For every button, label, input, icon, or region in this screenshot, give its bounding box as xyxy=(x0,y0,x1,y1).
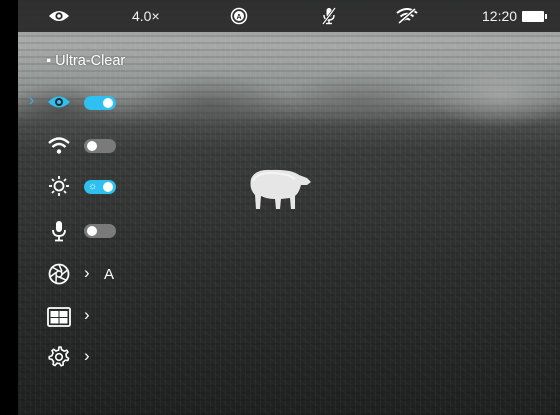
aperture-icon xyxy=(46,261,72,287)
thermal-viewfinder: 4.0× A 12:20 ▪ Ultra-Clear › ☼ › A › › xyxy=(0,0,560,415)
display-mode-toggle[interactable] xyxy=(84,96,116,110)
settings-icon xyxy=(46,344,72,370)
battery-full-icon xyxy=(522,10,548,22)
time-label: 12:20 xyxy=(482,8,518,24)
svg-text:A: A xyxy=(236,14,241,21)
brightness-icon xyxy=(46,173,72,199)
selection-cursor-icon: › xyxy=(29,92,35,109)
microphone-icon xyxy=(46,218,72,244)
chevron-right-icon: › xyxy=(84,305,90,324)
zoom-level: 4.0× xyxy=(132,8,160,24)
wifi-toggle[interactable] xyxy=(84,139,116,153)
status-bar: 4.0× A 12:20 xyxy=(18,0,560,32)
chevron-right-icon: › xyxy=(84,263,90,282)
microphone-toggle[interactable] xyxy=(84,224,116,238)
wifi-off-icon xyxy=(396,0,418,32)
image-mode-label: ▪ Ultra-Clear xyxy=(46,53,126,69)
wifi-icon xyxy=(46,133,72,159)
auto-icon: A xyxy=(230,0,248,32)
chevron-right-icon: › xyxy=(84,346,90,365)
aperture-value: A xyxy=(104,266,115,283)
mic-off-icon xyxy=(322,0,336,32)
brightness-toggle[interactable]: ☼ xyxy=(84,180,116,194)
image-mode-text: Ultra-Clear xyxy=(55,53,126,69)
eye-icon xyxy=(48,0,70,32)
layout-icon xyxy=(46,304,72,330)
thermal-animal-silhouette xyxy=(250,169,311,209)
screen-bezel xyxy=(0,0,18,415)
eye-icon xyxy=(46,89,72,115)
sun-mini-icon: ☼ xyxy=(88,181,98,192)
clock-time: 12:20 xyxy=(482,0,548,32)
